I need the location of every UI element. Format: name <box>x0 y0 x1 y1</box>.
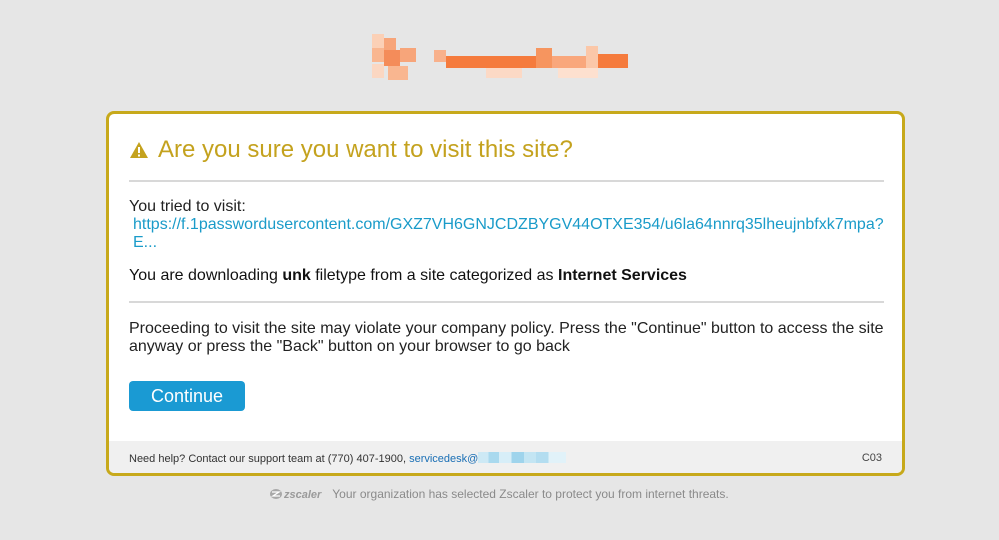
help-footer: Need help? Contact our support team at (… <box>109 441 902 473</box>
support-email-link[interactable]: servicedesk@ <box>409 452 567 465</box>
protection-notice: Your organization has selected Zscaler t… <box>332 487 729 501</box>
redacted-email-domain <box>478 452 567 463</box>
warning-card: Are you sure you want to visit this site… <box>106 111 905 476</box>
support-contact: Need help? Contact our support team at (… <box>129 453 410 465</box>
download-filetype: unk <box>282 267 311 284</box>
warning-header: Are you sure you want to visit this site… <box>129 134 573 166</box>
visit-label: You tried to visit: <box>129 198 246 215</box>
help-text: Need help? Contact our support team at (… <box>129 452 567 465</box>
svg-text:zscaler: zscaler <box>283 489 322 500</box>
download-info: You are downloading unk filetype from a … <box>129 267 687 285</box>
warning-title: Are you sure you want to visit this site… <box>158 136 573 163</box>
zscaler-footer: zscaler Your organization has selected Z… <box>0 487 999 501</box>
divider <box>129 301 884 303</box>
email-prefix: servicedesk@ <box>409 453 479 465</box>
divider <box>129 180 884 182</box>
continue-button[interactable]: Continue <box>129 381 245 411</box>
visited-url-link[interactable]: https://f.1passwordusercontent.com/GXZ7V… <box>133 216 885 252</box>
download-prefix: You are downloading <box>129 267 283 284</box>
policy-message: Proceeding to visit the site may violate… <box>129 320 884 355</box>
site-category: Internet Services <box>558 267 687 284</box>
warning-triangle-icon <box>129 141 149 159</box>
error-code: C03 <box>861 452 882 464</box>
zscaler-warning-page: Are you sure you want to visit this site… <box>0 0 999 540</box>
zscaler-logo: zscaler <box>270 487 328 501</box>
download-middle: filetype from a site categorized as <box>310 267 558 284</box>
company-logo <box>368 34 632 82</box>
